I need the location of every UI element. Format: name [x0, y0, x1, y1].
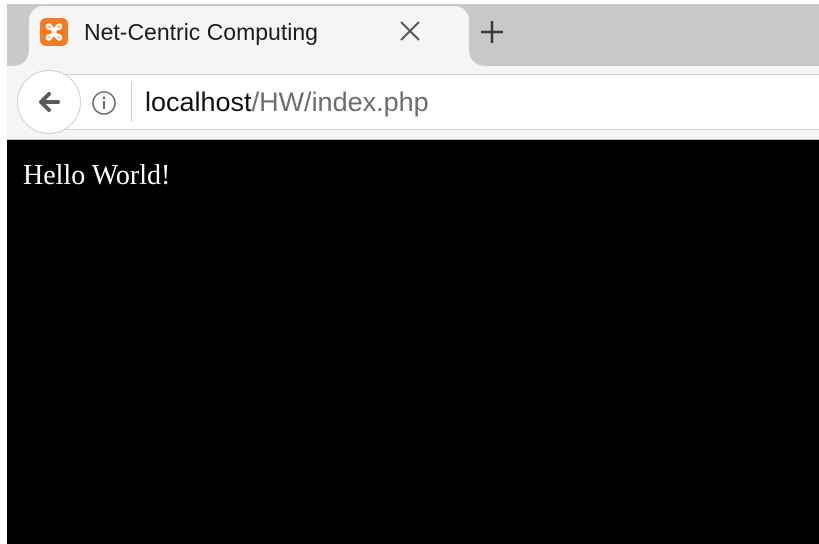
url-separator — [131, 82, 132, 122]
url-path: /HW/index.php — [251, 87, 429, 117]
tab-title: Net-Centric Computing — [84, 19, 318, 45]
tab-strip: Net-Centric Computing — [7, 0, 819, 66]
url-host: localhost — [145, 87, 252, 117]
xampp-icon — [40, 18, 68, 46]
browser-window: Net-Centric Computing localhost/HW/index… — [0, 0, 819, 544]
close-icon[interactable] — [395, 16, 425, 46]
info-icon[interactable] — [91, 90, 117, 116]
plus-icon[interactable] — [477, 17, 507, 47]
hello-text: Hello World! — [23, 160, 171, 191]
page-content: Hello World! — [7, 140, 819, 544]
navigation-bar: localhost/HW/index.php — [7, 66, 819, 140]
back-arrow-icon[interactable] — [17, 70, 81, 134]
url-text[interactable]: localhost/HW/index.php — [145, 86, 429, 118]
